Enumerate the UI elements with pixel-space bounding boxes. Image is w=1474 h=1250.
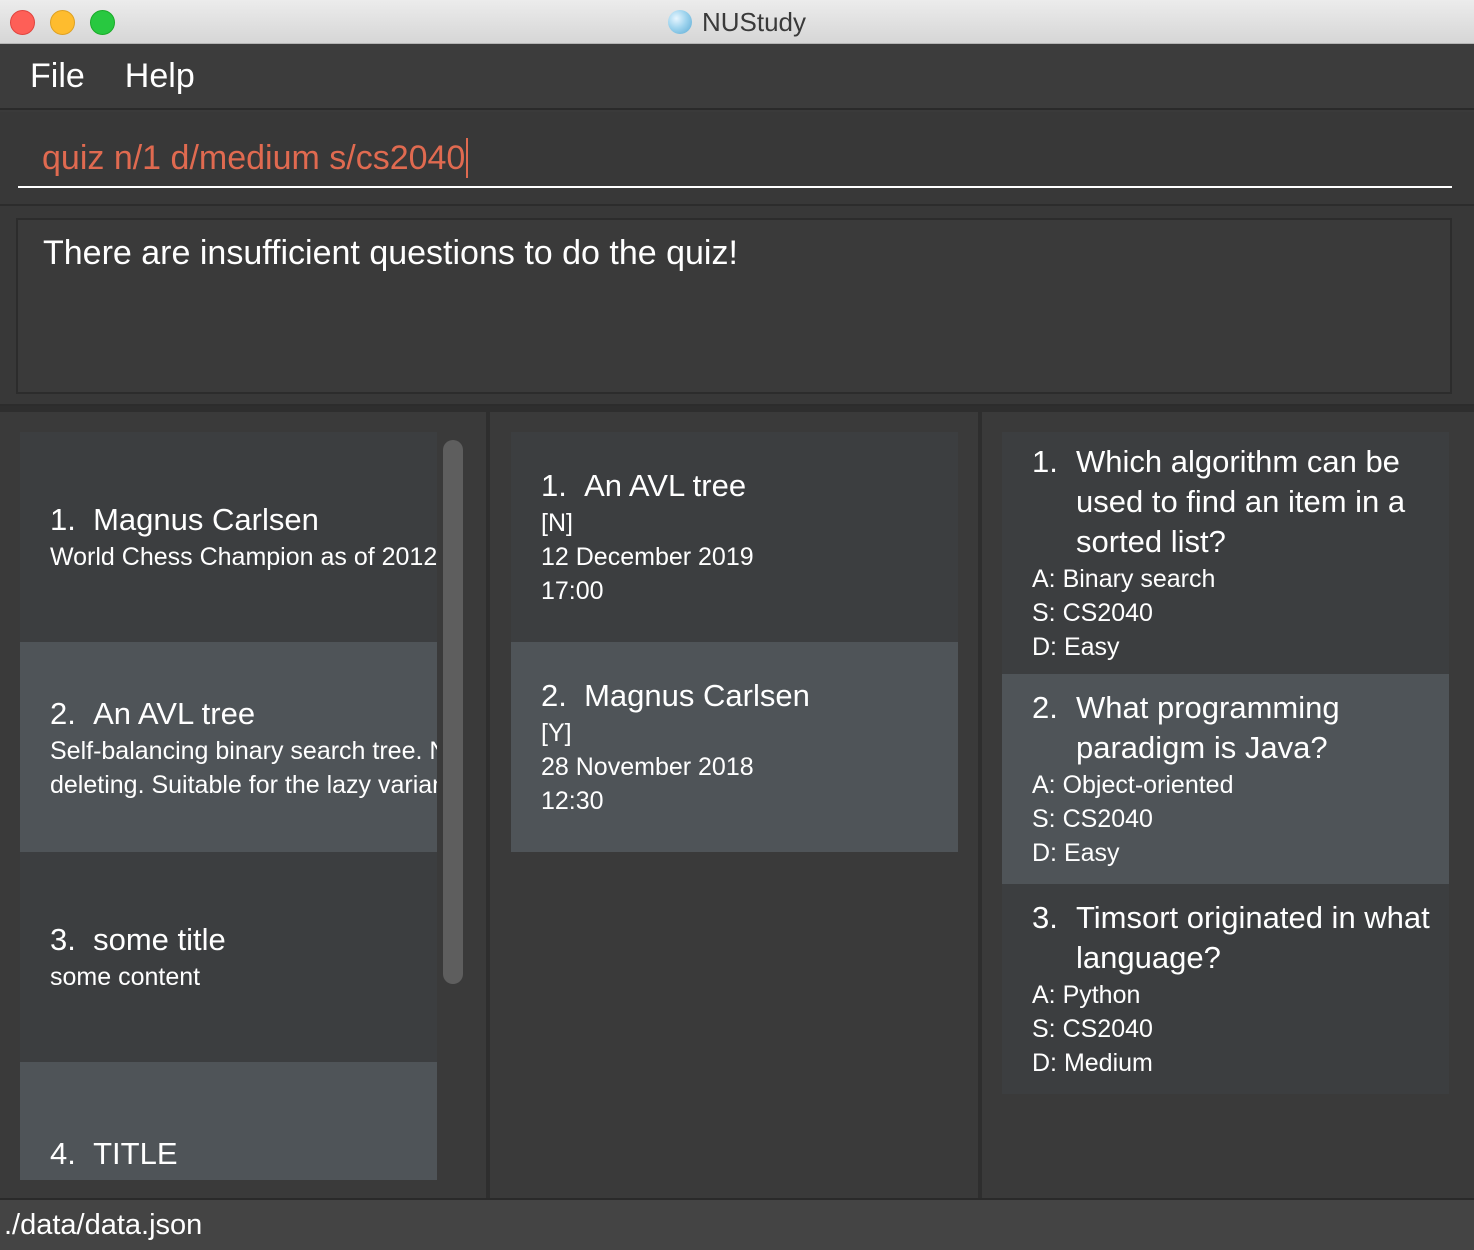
result-message: There are insufficient questions to do t… xyxy=(43,234,738,272)
question-card[interactable]: 1. Which algorithm can be used to find a… xyxy=(1002,432,1449,674)
notes-panel[interactable]: 1. Magnus Carlsen World Chess Champion a… xyxy=(0,412,486,1198)
command-box: quiz n/1 d/medium s/cs2040 xyxy=(0,112,1474,206)
window-title-group: NUStudy xyxy=(0,0,1474,44)
revision-flag: [Y] xyxy=(541,719,572,747)
revision-time: 17:00 xyxy=(541,577,604,605)
note-content: some content xyxy=(50,963,201,991)
menu-file[interactable]: File xyxy=(30,57,85,96)
question-card[interactable]: 3. Timsort originated in what language? … xyxy=(1002,884,1449,1094)
command-input[interactable]: quiz n/1 d/medium s/cs2040 xyxy=(18,130,1452,188)
question-title: 1. Which algorithm can be used to find a… xyxy=(1032,444,1406,559)
list-panels: 1. Magnus Carlsen World Chess Champion a… xyxy=(0,406,1474,1198)
question-title: 2. What programming paradigm is Java? xyxy=(1032,690,1340,765)
question-difficulty: D: Easy xyxy=(1032,839,1120,867)
note-content-line: Self-balancing binary search tree. N xyxy=(50,737,437,765)
revision-time: 12:30 xyxy=(541,787,604,815)
data-file-path: ./data/data.json xyxy=(4,1208,203,1241)
question-difficulty: D: Easy xyxy=(1032,633,1120,661)
questions-panel[interactable]: 1. Which algorithm can be used to find a… xyxy=(982,412,1474,1198)
note-card[interactable]: 4. TITLE xyxy=(20,1062,437,1180)
menu-help[interactable]: Help xyxy=(125,57,195,96)
question-subject: S: CS2040 xyxy=(1032,805,1153,833)
note-title: 2. An AVL tree xyxy=(50,696,256,731)
question-answer: A: Python xyxy=(1032,981,1141,1009)
revision-title: 1. An AVL tree xyxy=(541,468,747,503)
note-card[interactable]: 3. some title some content xyxy=(20,852,437,1062)
note-title: 1. Magnus Carlsen xyxy=(50,502,319,537)
note-content: World Chess Champion as of 2012 xyxy=(50,543,437,571)
note-content-line: deleting. Suitable for the lazy variant xyxy=(50,771,437,799)
question-card[interactable]: 2. What programming paradigm is Java? A:… xyxy=(1002,674,1449,884)
revision-card[interactable]: 1. An AVL tree [N] 12 December 2019 17:0… xyxy=(511,432,958,642)
question-title: 3. Timsort originated in what language? xyxy=(1032,900,1430,975)
question-answer: A: Object-oriented xyxy=(1032,771,1234,799)
note-title: 4. TITLE xyxy=(50,1136,178,1171)
revision-date: 12 December 2019 xyxy=(541,543,754,571)
question-subject: S: CS2040 xyxy=(1032,599,1153,627)
app-logo-icon xyxy=(667,10,692,34)
result-message-box[interactable]: There are insufficient questions to do t… xyxy=(16,218,1452,394)
title-bar: NUStudy xyxy=(0,0,1474,44)
revision-card[interactable]: 2. Magnus Carlsen [Y] 28 November 2018 1… xyxy=(511,642,958,852)
text-caret xyxy=(466,138,469,178)
revision-panel[interactable]: 1. An AVL tree [N] 12 December 2019 17:0… xyxy=(490,412,978,1198)
question-difficulty: D: Medium xyxy=(1032,1049,1153,1077)
status-bar: ./data/data.json xyxy=(0,1198,1474,1250)
question-answer: A: Binary search xyxy=(1032,565,1216,593)
revision-date: 28 November 2018 xyxy=(541,753,754,781)
notes-scrollbar[interactable] xyxy=(443,440,463,984)
question-subject: S: CS2040 xyxy=(1032,1015,1153,1043)
revision-flag: [N] xyxy=(541,509,573,537)
window-title: NUStudy xyxy=(701,6,807,37)
command-text: quiz n/1 d/medium s/cs2040 xyxy=(42,138,466,177)
note-card[interactable]: 1. Magnus Carlsen World Chess Champion a… xyxy=(20,432,437,642)
note-title: 3. some title xyxy=(50,922,226,957)
note-card[interactable]: 2. An AVL tree Self-balancing binary sea… xyxy=(20,642,437,852)
menu-bar: File Help xyxy=(0,44,1474,110)
result-display: There are insufficient questions to do t… xyxy=(0,206,1474,406)
revision-title: 2. Magnus Carlsen xyxy=(541,678,810,713)
